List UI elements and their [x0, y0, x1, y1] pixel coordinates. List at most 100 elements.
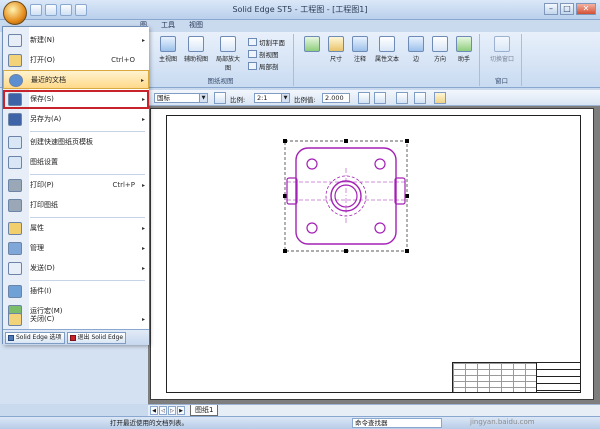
addin-icon: [8, 285, 22, 298]
menu-item-send[interactable]: 发送(D) ▸: [3, 259, 149, 278]
exit-icon: [69, 335, 76, 341]
menu-item-close[interactable]: 关闭(C) ▸: [3, 310, 149, 329]
principal-view-icon: [160, 36, 176, 52]
menu-item-open[interactable]: 打开(O) Ctrl+O: [3, 51, 149, 70]
scale-dropdown-icon[interactable]: ▼: [281, 94, 289, 102]
recent-docs-icon: [9, 74, 23, 87]
menu-item-label: 另存为(A): [30, 115, 62, 123]
menu-item-label: 管理: [30, 244, 44, 252]
menu-item-manage[interactable]: 管理 ▸: [3, 239, 149, 258]
ratio-label: 比例值:: [294, 96, 316, 104]
solid-edge-options-button[interactable]: Solid Edge 选项: [5, 332, 65, 344]
sheet-border: [166, 115, 581, 393]
table-button[interactable]: [300, 36, 324, 54]
title-bar: Solid Edge ST5 - 工程图 - [工程图1] – □ ✕: [0, 0, 600, 20]
exit-solid-edge-button[interactable]: 退出 Solid Edge: [66, 332, 127, 344]
ribbon-tabs: 图 工具 视图: [140, 20, 203, 32]
broken-out-section-label: 局部剖: [259, 63, 279, 71]
switch-window-button[interactable]: 切换窗口: [486, 36, 518, 63]
print-drawing-icon: [8, 199, 22, 212]
ratio-value: 2.000: [325, 94, 344, 102]
application-button-icon[interactable]: [3, 1, 27, 25]
switch-window-icon: [494, 36, 510, 52]
menu-separator: [30, 280, 145, 281]
send-mail-icon: [8, 262, 22, 275]
prev-sheet-icon[interactable]: ◁: [159, 406, 167, 415]
last-sheet-icon[interactable]: ▶: [177, 406, 185, 415]
menu-item-label: 关闭(C): [30, 315, 55, 323]
assistant-button[interactable]: 助手: [452, 36, 476, 63]
dimension-icon: [328, 36, 344, 52]
ribbon-group-annotation: 尺寸 注释 属性文本 边 方向 助手: [296, 34, 480, 86]
detail-view-button[interactable]: 局部放大图: [214, 36, 242, 72]
minimize-button[interactable]: –: [544, 3, 558, 15]
tab-sheet1[interactable]: 图纸1: [190, 405, 219, 416]
save-as-icon: [8, 113, 22, 126]
command-finder-input[interactable]: 命令查找器: [352, 418, 442, 428]
submenu-arrow-icon: ▸: [141, 37, 145, 44]
maximize-button[interactable]: □: [560, 3, 574, 15]
property-text-icon: [379, 36, 395, 52]
drawing-sheet: [150, 108, 594, 400]
tab-tools[interactable]: 工具: [161, 20, 175, 32]
principal-view-part[interactable]: [282, 138, 410, 254]
assistant-label: 助手: [457, 56, 470, 63]
principal-view-button[interactable]: 主视图: [156, 36, 180, 63]
ribbon-group-window: 切换窗口 窗口: [482, 34, 522, 86]
scale-tool-icon[interactable]: [214, 92, 226, 104]
lock-tool-icon[interactable]: [434, 92, 446, 104]
magnifier-tool-icon[interactable]: [358, 92, 370, 104]
menu-item-new[interactable]: 新建(N) ▸: [3, 31, 149, 50]
menu-item-shortcut: Ctrl+P: [112, 181, 135, 189]
menu-item-print-drawing[interactable]: 打印图纸: [3, 196, 149, 215]
menu-item-save[interactable]: 保存(S) ▸: [3, 90, 149, 109]
printer-icon: [8, 179, 22, 192]
orientation-label: 方向: [433, 56, 446, 63]
menu-separator: [30, 217, 145, 218]
drawing-canvas[interactable]: [148, 106, 600, 404]
cutting-plane-label: 切割平面: [259, 39, 285, 47]
window-title: Solid Edge ST5 - 工程图 - [工程图1]: [232, 5, 368, 14]
section-view-button[interactable]: 剖视图: [248, 49, 279, 59]
auxiliary-view-button[interactable]: 辅助视图: [184, 36, 208, 63]
menu-item-create-sheet-template[interactable]: 创建快速图纸页模板: [3, 133, 149, 152]
new-document-icon: [8, 34, 22, 47]
tab-view[interactable]: 视图: [189, 20, 203, 32]
menu-item-label: 图纸设置: [30, 158, 58, 166]
menu-item-save-as[interactable]: 另存为(A) ▸: [3, 110, 149, 129]
application-menu-footer: Solid Edge 选项 退出 Solid Edge: [3, 329, 149, 345]
menu-item-addins[interactable]: 插件(I): [3, 282, 149, 301]
menu-item-print[interactable]: 打印(P) Ctrl+P ▸: [3, 176, 149, 195]
window-controls: – □ ✕: [544, 3, 596, 15]
standard-dropdown-icon[interactable]: ▼: [199, 94, 207, 102]
open-folder-icon: [8, 54, 22, 67]
edge-icon: [408, 36, 424, 52]
dimension-button[interactable]: 尺寸: [324, 36, 348, 63]
submenu-arrow-icon: ▸: [141, 316, 145, 323]
command-bar: 国标 ▼ 比例: 2:1 ▼ 比例值: 2.000: [148, 90, 600, 106]
menu-item-sheet-setup[interactable]: 图纸设置: [3, 153, 149, 172]
first-sheet-icon[interactable]: ◀: [150, 406, 158, 415]
broken-out-section-button[interactable]: 局部剖: [248, 61, 279, 71]
orientation-button[interactable]: 方向: [428, 36, 452, 63]
ratio-input[interactable]: 2.000: [322, 93, 350, 103]
close-button[interactable]: ✕: [576, 3, 596, 15]
annotation-button[interactable]: 注释: [348, 36, 372, 63]
edge-button[interactable]: 边: [404, 36, 428, 63]
submenu-arrow-icon: ▸: [141, 182, 145, 189]
standard-combo[interactable]: 国标 ▼: [154, 93, 208, 103]
property-text-button[interactable]: 属性文本: [372, 36, 402, 63]
menu-item-recent-docs[interactable]: 最近的文档 ▸: [3, 70, 149, 89]
menu-item-label: 新建(N): [30, 36, 55, 44]
3d-view-tool-icon[interactable]: [414, 92, 426, 104]
submenu-arrow-icon: ▸: [141, 116, 145, 123]
scale-value: 2:1: [257, 94, 268, 102]
next-sheet-icon[interactable]: ▷: [168, 406, 176, 415]
scale-combo[interactable]: 2:1 ▼: [254, 93, 290, 103]
annotation-label: 注释: [353, 56, 366, 63]
drag-view-tool-icon[interactable]: [374, 92, 386, 104]
properties-tool-icon[interactable]: [396, 92, 408, 104]
menu-item-properties[interactable]: 属性 ▸: [3, 219, 149, 238]
assistant-icon: [456, 36, 472, 52]
cutting-plane-button[interactable]: 切割平面: [248, 37, 285, 47]
